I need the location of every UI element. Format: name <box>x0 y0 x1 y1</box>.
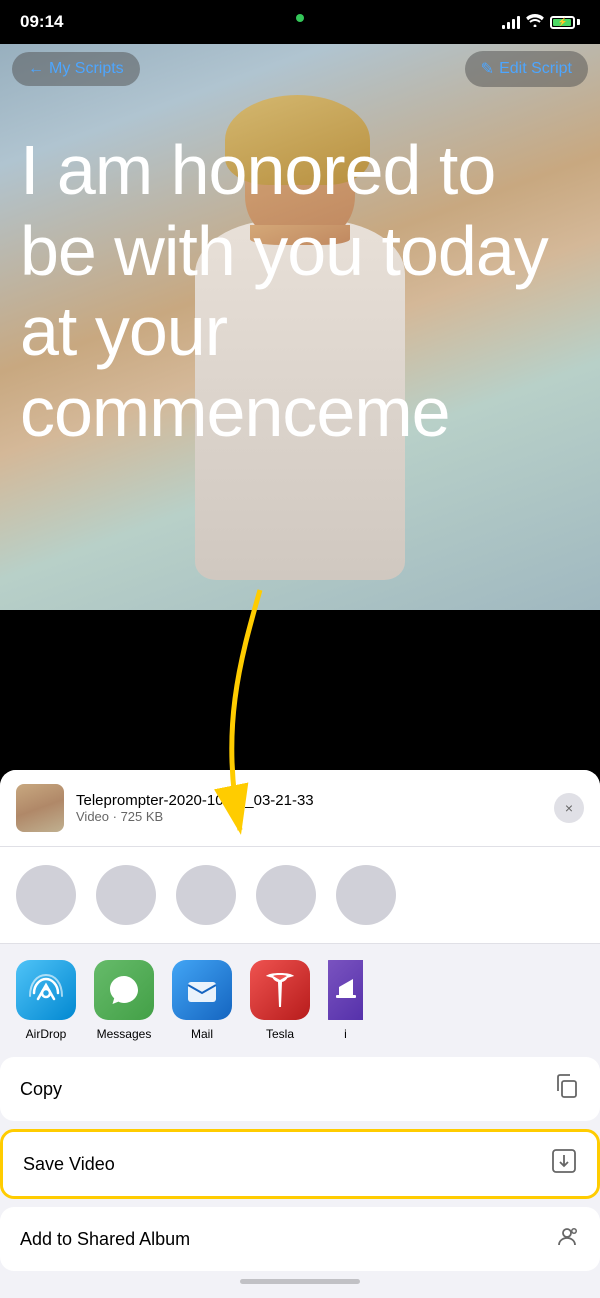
contact-item[interactable] <box>256 865 316 925</box>
back-label: My Scripts <box>49 60 124 78</box>
green-dot-indicator <box>296 14 304 22</box>
back-button[interactable]: ← My Scripts <box>12 52 140 86</box>
shared-album-section: Add to Shared Album <box>0 1207 600 1271</box>
contact-avatar <box>16 865 76 925</box>
save-video-highlight: Save Video <box>0 1129 600 1199</box>
file-preview-row: Teleprompter-2020-10-12_03-21-33 Video ·… <box>0 770 600 847</box>
save-video-action[interactable]: Save Video <box>3 1132 597 1196</box>
tesla-icon <box>250 960 310 1020</box>
contact-avatar <box>176 865 236 925</box>
contact-avatar <box>96 865 156 925</box>
more-icon <box>328 960 363 1020</box>
status-icons: ⚡ <box>502 13 580 32</box>
airdrop-icon <box>16 960 76 1020</box>
copy-icon <box>554 1073 580 1105</box>
wifi-icon <box>526 13 544 32</box>
contact-item[interactable] <box>176 865 236 925</box>
signal-icon <box>502 15 520 29</box>
contact-avatar <box>256 865 316 925</box>
add-shared-album-icon <box>554 1223 580 1255</box>
back-arrow-icon: ← <box>28 60 44 78</box>
status-bar: 09:14 ⚡ <box>0 0 600 44</box>
status-time: 09:14 <box>20 12 63 32</box>
contact-item[interactable] <box>96 865 156 925</box>
contact-item[interactable] <box>336 865 396 925</box>
file-thumbnail <box>16 784 64 832</box>
app-label-more: i <box>328 1027 363 1041</box>
edit-script-button[interactable]: ✎ Edit Script <box>465 51 588 87</box>
nav-bar: ← My Scripts ✎ Edit Script <box>0 44 600 94</box>
edit-icon: ✎ <box>481 59 494 79</box>
app-item-airdrop[interactable]: AirDrop <box>16 960 76 1041</box>
app-label-tesla: Tesla <box>266 1027 294 1041</box>
contacts-row <box>0 847 600 944</box>
teleprompter-text: I am honored to be with you today at you… <box>0 120 600 462</box>
save-video-label: Save Video <box>23 1154 115 1175</box>
battery-icon: ⚡ <box>550 16 580 29</box>
add-shared-album-action[interactable]: Add to Shared Album <box>0 1207 600 1271</box>
app-item-messages[interactable]: Messages <box>94 960 154 1041</box>
contact-item[interactable] <box>16 865 76 925</box>
contacts-scroll <box>16 861 584 929</box>
edit-label: Edit Script <box>499 60 572 78</box>
home-bar <box>240 1279 360 1284</box>
app-item-more[interactable]: i <box>328 960 363 1041</box>
apps-row: AirDrop Messages Mail <box>0 944 600 1049</box>
messages-icon <box>94 960 154 1020</box>
app-item-tesla[interactable]: Tesla <box>250 960 310 1041</box>
app-item-mail[interactable]: Mail <box>172 960 232 1041</box>
file-meta: Video · 725 KB <box>76 809 542 824</box>
save-video-icon <box>551 1148 577 1180</box>
copy-action[interactable]: Copy <box>0 1057 600 1121</box>
teleprompter-content: I am honored to be with you today at you… <box>20 130 580 452</box>
file-name: Teleprompter-2020-10-12_03-21-33 <box>76 792 542 809</box>
share-sheet: Teleprompter-2020-10-12_03-21-33 Video ·… <box>0 770 600 1298</box>
contact-avatar <box>336 865 396 925</box>
app-label-mail: Mail <box>191 1027 213 1041</box>
copy-label: Copy <box>20 1079 62 1100</box>
actions-section: Copy <box>0 1057 600 1121</box>
home-indicator <box>0 1271 600 1288</box>
apps-scroll: AirDrop Messages Mail <box>16 960 584 1041</box>
mail-icon <box>172 960 232 1020</box>
file-info: Teleprompter-2020-10-12_03-21-33 Video ·… <box>76 792 542 824</box>
app-label-airdrop: AirDrop <box>26 1027 67 1041</box>
add-shared-album-label: Add to Shared Album <box>20 1229 190 1250</box>
close-share-button[interactable]: × <box>554 793 584 823</box>
close-icon: × <box>565 800 573 816</box>
app-label-messages: Messages <box>97 1027 152 1041</box>
